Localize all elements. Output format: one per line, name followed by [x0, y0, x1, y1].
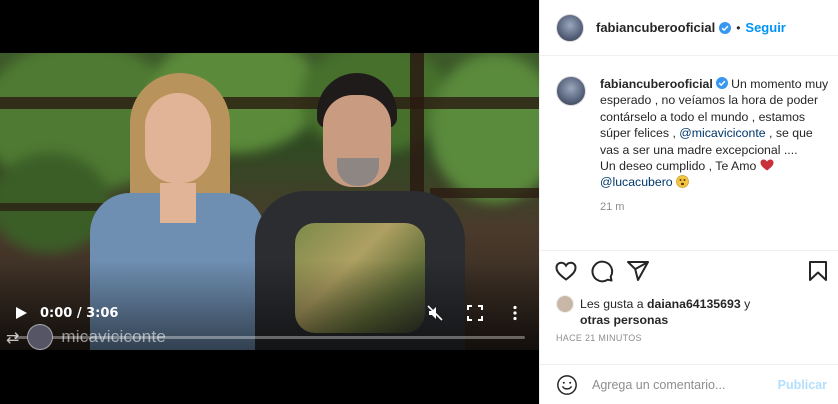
action-bar [540, 250, 838, 290]
verified-icon [715, 77, 728, 89]
emoji-icon[interactable] [556, 374, 578, 396]
smiley-icon [676, 175, 689, 189]
repost-icon: ⇄ [6, 327, 20, 347]
comment-icon[interactable] [590, 259, 614, 283]
video-time: 0:00 / 3:06 [40, 305, 119, 321]
verified-icon [719, 21, 732, 34]
more-icon[interactable] [507, 305, 523, 321]
caption-username[interactable]: fabiancuberooficial [600, 77, 713, 91]
separator-dot: • [736, 20, 741, 35]
comment-input[interactable] [592, 377, 772, 392]
caption-avatar[interactable] [556, 76, 586, 106]
author-username[interactable]: fabiancuberooficial [596, 20, 715, 35]
share-icon[interactable] [626, 259, 650, 283]
follow-button[interactable]: Seguir [745, 20, 785, 35]
mute-icon[interactable] [427, 305, 443, 321]
caption-time: 21 m [600, 200, 625, 213]
mention-link[interactable]: @lucacubero [600, 175, 673, 189]
bookmark-icon[interactable] [806, 259, 830, 283]
caption-part-3: Un deseo cumplido , Te Amo [600, 159, 760, 174]
play-icon[interactable] [14, 306, 28, 320]
author-avatar[interactable] [556, 13, 584, 42]
post-caption: fabiancuberooficial Un momento muy esper… [556, 76, 836, 215]
heart-icon [760, 159, 774, 171]
publish-button[interactable]: Publicar [778, 378, 827, 392]
comment-form: Publicar [540, 364, 838, 404]
overlay-avatar [27, 324, 54, 350]
likes-middle: y [740, 297, 751, 311]
liker-username[interactable]: daiana64135693 [647, 297, 741, 311]
likes-prefix: Les gusta a [580, 297, 647, 311]
video-overlay-user: ⇄ micaviciconte [6, 324, 166, 350]
heart-icon[interactable] [554, 259, 578, 283]
post-timestamp: HACE 21 MINUTOS [556, 333, 642, 343]
liker-avatar[interactable] [556, 295, 574, 313]
video-player[interactable]: 0:00 / 3:06 ⇄ micaviciconte [0, 0, 539, 404]
mention-link[interactable]: @micaviciconte [679, 126, 765, 140]
post-sidebar: fabiancuberooficial • Seguir fabiancuber… [539, 0, 838, 404]
likes-text: Les gusta a daiana64135693 y otras perso… [580, 296, 750, 328]
caption-text: fabiancuberooficial Un momento muy esper… [600, 76, 830, 215]
fullscreen-icon[interactable] [467, 305, 483, 321]
post-header: fabiancuberooficial • Seguir [540, 0, 838, 56]
others-link[interactable]: otras personas [580, 313, 668, 327]
likes-summary: Les gusta a daiana64135693 y otras perso… [556, 295, 750, 328]
instagram-post-modal: 0:00 / 3:06 ⇄ micaviciconte fabiancubero [0, 0, 838, 404]
overlay-username: micaviciconte [61, 327, 167, 346]
